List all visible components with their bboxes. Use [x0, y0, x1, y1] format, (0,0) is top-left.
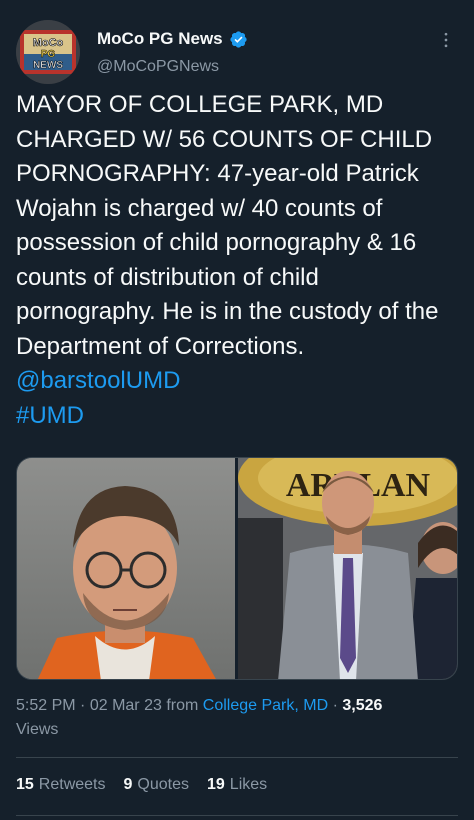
tweet-time[interactable]: 5:52 PM: [16, 697, 76, 714]
from-label: from: [166, 697, 199, 714]
quotes-label: Quotes: [137, 776, 189, 793]
retweets-stat[interactable]: 15 Retweets: [16, 776, 106, 794]
tweet-text: MAYOR OF COLLEGE PARK, MD CHARGED W/ 56 …: [16, 88, 464, 433]
display-name[interactable]: MoCo PG News: [97, 29, 223, 49]
divider: [16, 757, 458, 758]
meta-separator: ·: [80, 697, 86, 714]
likes-label: Likes: [229, 776, 268, 793]
avatar[interactable]: MoCo PG NEWS: [16, 20, 80, 84]
more-options-icon[interactable]: [434, 28, 458, 52]
svg-text:PG: PG: [41, 49, 56, 60]
views-count: 3,526: [342, 697, 383, 714]
mugshot-photo[interactable]: [17, 458, 235, 679]
tweet-header: MoCo PG NEWS MoCo PG News @MoCoPGNews: [16, 20, 458, 84]
portrait-photo[interactable]: ARYLAN: [238, 458, 457, 679]
location-link[interactable]: College Park, MD: [203, 697, 328, 714]
tweet-meta: 5:52 PM · 02 Mar 23 from College Park, M…: [16, 694, 458, 742]
mention-link[interactable]: @barstoolUMD: [16, 367, 180, 394]
tweet-media[interactable]: ARYLAN: [16, 457, 458, 680]
avatar-image: MoCo PG NEWS: [16, 20, 80, 84]
user-handle[interactable]: @MoCoPGNews: [97, 58, 219, 76]
hashtag-link[interactable]: #UMD: [16, 402, 84, 429]
quotes-count: 9: [123, 776, 133, 793]
likes-count: 19: [207, 776, 225, 793]
svg-text:NEWS: NEWS: [33, 60, 63, 71]
retweets-count: 15: [16, 776, 34, 793]
retweets-label: Retweets: [38, 776, 106, 793]
quotes-stat[interactable]: 9 Quotes: [124, 776, 190, 794]
verified-badge-icon: [230, 30, 247, 48]
tweet-body: MAYOR OF COLLEGE PARK, MD CHARGED W/ 56 …: [16, 91, 439, 360]
meta-separator: ·: [332, 697, 338, 714]
tweet-date[interactable]: 02 Mar 23: [90, 697, 162, 714]
divider: [16, 815, 458, 816]
likes-stat[interactable]: 19 Likes: [207, 776, 267, 794]
svg-text:MoCo: MoCo: [33, 37, 64, 49]
tweet-stats: 15 Retweets 9 Quotes 19 Likes: [16, 776, 267, 794]
views-label: Views: [16, 721, 59, 738]
